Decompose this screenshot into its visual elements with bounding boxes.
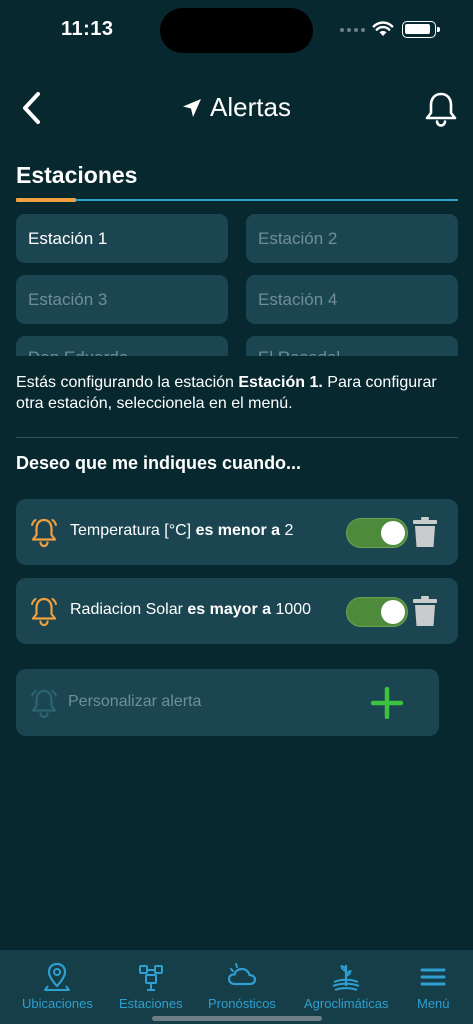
status-bar: 11:13 <box>0 0 473 60</box>
station-button-1[interactable]: Estación 1 <box>16 214 228 263</box>
dynamic-island <box>160 8 313 53</box>
alert-description: Temperatura [°C] es menor a 2 <box>70 522 294 539</box>
stations-grid[interactable]: Estación 1 Estación 2 Estación 3 Estació… <box>16 214 458 356</box>
nav-label: Agroclimáticas <box>304 996 389 1011</box>
wifi-icon <box>372 21 394 36</box>
signal-dots-icon <box>340 28 365 32</box>
tab-active-indicator <box>16 198 76 202</box>
configuration-info-text: Estás configurando la estación Estación … <box>16 374 437 412</box>
stations-section-header: Estaciones <box>16 162 458 204</box>
navigation-arrow-icon <box>183 98 202 117</box>
toggle-knob <box>381 521 405 545</box>
station-button-2[interactable]: Estación 2 <box>246 214 458 263</box>
bottom-navigation: Ubicaciones Estaciones Pronósticos Agroc… <box>0 950 473 1024</box>
header: Alertas <box>0 80 473 136</box>
nav-label: Ubicaciones <box>22 996 93 1011</box>
delete-alert-button[interactable] <box>412 516 438 553</box>
toggle-knob <box>381 600 405 624</box>
cloud-icon <box>227 963 257 986</box>
trash-icon <box>413 596 437 626</box>
alert-bell-icon <box>31 597 57 627</box>
nav-label: Pronósticos <box>208 996 276 1011</box>
nav-item-ubicaciones[interactable]: Ubicaciones <box>22 962 93 1011</box>
plus-icon <box>370 686 404 720</box>
bell-icon <box>425 92 457 127</box>
section-title: Estaciones <box>16 162 138 188</box>
status-time: 11:13 <box>61 18 114 40</box>
nav-label: Estaciones <box>119 996 183 1011</box>
bell-outline-icon <box>31 689 57 719</box>
station-icon <box>138 965 163 991</box>
notifications-button[interactable] <box>422 90 460 133</box>
nav-item-pronosticos[interactable]: Pronósticos <box>208 962 276 1011</box>
location-pin-icon <box>44 962 71 991</box>
station-button-4[interactable]: Estación 4 <box>246 275 458 324</box>
alert-card: Radiacion Solar es mayor a 1000 <box>16 578 458 644</box>
delete-alert-button[interactable] <box>412 595 438 632</box>
station-button-6[interactable]: El Rosedal <box>246 336 458 356</box>
alerts-heading: Deseo que me indiques cuando... <box>16 453 302 473</box>
battery-icon <box>402 21 440 38</box>
agro-icon <box>332 964 360 991</box>
alert-card: Temperatura [°C] es menor a 2 <box>16 499 458 565</box>
nav-item-estaciones[interactable]: Estaciones <box>119 962 183 1011</box>
header-title-group: Alertas <box>0 92 473 123</box>
alert-bell-icon <box>31 518 57 548</box>
alert-description: Radiacion Solar es mayor a 1000 <box>70 601 312 618</box>
trash-icon <box>413 517 437 547</box>
nav-item-menu[interactable]: Menú <box>417 962 450 1011</box>
add-alert-button[interactable] <box>370 686 404 724</box>
selected-station-name: Estación 1. <box>238 374 323 391</box>
custom-alert-button[interactable]: Personalizar alerta <box>16 669 439 736</box>
custom-alert-label: Personalizar alerta <box>68 693 202 710</box>
nav-item-agroclimaticas[interactable]: Agroclimáticas <box>304 962 389 1011</box>
nav-label: Menú <box>417 996 450 1011</box>
page-title: Alertas <box>210 92 291 122</box>
station-button-5[interactable]: Don Eduardo <box>16 336 228 356</box>
menu-icon <box>420 968 446 986</box>
station-button-3[interactable]: Estación 3 <box>16 275 228 324</box>
home-indicator <box>152 1016 322 1021</box>
alert-toggle[interactable] <box>346 597 408 627</box>
tab-underline <box>16 199 458 201</box>
divider <box>16 437 458 438</box>
alert-toggle[interactable] <box>346 518 408 548</box>
